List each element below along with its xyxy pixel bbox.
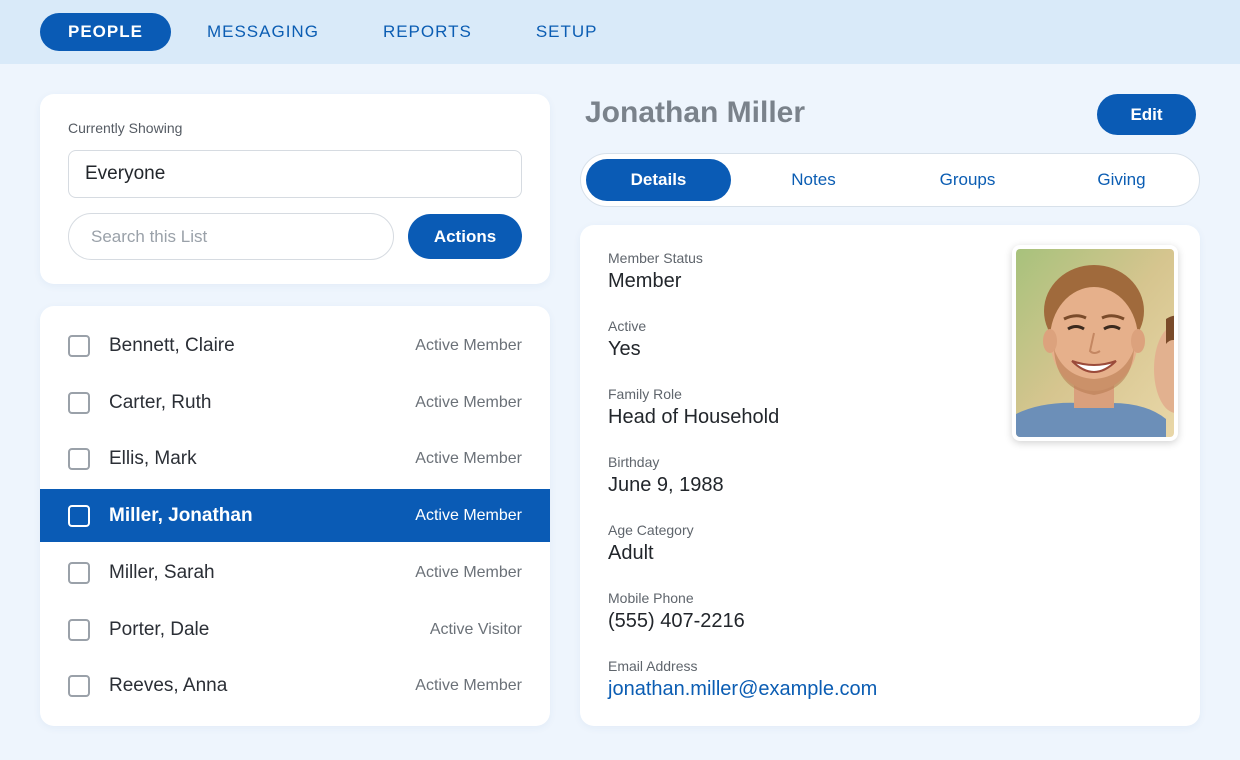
- field-email-address: Email Address jonathan.miller@example.co…: [608, 658, 877, 701]
- filter-panel: Currently Showing Everyone Actions: [40, 94, 550, 284]
- field-birthday: Birthday June 9, 1988: [608, 454, 724, 497]
- nav-tab-messaging[interactable]: MESSAGING: [179, 13, 347, 51]
- people-list: Bennett, Claire Active Member Carter, Ru…: [40, 306, 550, 726]
- currently-showing-label: Currently Showing: [68, 120, 183, 136]
- field-label: Birthday: [608, 454, 660, 470]
- field-age-category: Age Category Adult: [608, 522, 694, 565]
- profile-photo-image: [1016, 249, 1174, 437]
- field-label: Mobile Phone: [608, 590, 694, 606]
- field-label: Active: [608, 318, 647, 334]
- person-name: Miller, Sarah: [109, 561, 215, 583]
- field-value: Yes: [608, 338, 641, 360]
- list-item[interactable]: Miller, Sarah Active Member: [40, 546, 550, 599]
- tab-groups[interactable]: Groups: [895, 159, 1040, 201]
- list-item[interactable]: Reeves, Anna Active Member: [40, 659, 550, 712]
- field-value: (555) 407-2216: [608, 610, 745, 632]
- field-mobile-phone: Mobile Phone (555) 407-2216: [608, 590, 745, 633]
- tab-giving[interactable]: Giving: [1049, 159, 1194, 201]
- top-nav: PEOPLE MESSAGING REPORTS SETUP: [0, 0, 1240, 64]
- details-panel: Member Status Member Active Yes Family R…: [580, 225, 1200, 726]
- person-status: Active Visitor: [429, 620, 522, 638]
- field-value: Head of Household: [608, 406, 780, 428]
- person-name: Porter, Dale: [109, 618, 210, 640]
- field-member-status: Member Status Member: [608, 250, 703, 293]
- field-label: Age Category: [608, 522, 694, 538]
- person-name: Reeves, Anna: [109, 674, 228, 696]
- field-value: Adult: [608, 542, 654, 564]
- field-label: Family Role: [608, 386, 682, 402]
- tab-details[interactable]: Details: [586, 159, 731, 201]
- email-link[interactable]: jonathan.miller@example.com: [608, 678, 877, 701]
- tab-notes[interactable]: Notes: [741, 159, 886, 201]
- person-status: Active Member: [415, 393, 522, 411]
- list-item[interactable]: Ellis, Mark Active Member: [40, 432, 550, 485]
- person-status: Active Member: [415, 506, 522, 524]
- list-filter-select[interactable]: Everyone: [68, 150, 522, 198]
- person-status: Active Member: [415, 676, 522, 694]
- search-list-input[interactable]: [68, 213, 394, 260]
- row-checkbox[interactable]: [68, 561, 90, 584]
- field-value: June 9, 1988: [608, 474, 724, 496]
- list-item[interactable]: Porter, Dale Active Visitor: [40, 603, 550, 656]
- actions-button[interactable]: Actions: [408, 214, 522, 259]
- field-active: Active Yes: [608, 318, 646, 361]
- list-item[interactable]: Carter, Ruth Active Member: [40, 376, 550, 429]
- person-name: Carter, Ruth: [109, 391, 212, 413]
- page-title: Jonathan Miller: [585, 96, 806, 129]
- field-value: Member: [608, 270, 682, 292]
- person-status: Active Member: [415, 563, 522, 581]
- nav-tab-reports[interactable]: REPORTS: [355, 13, 500, 51]
- row-checkbox[interactable]: [68, 391, 90, 414]
- person-name: Ellis, Mark: [109, 447, 197, 469]
- person-name: Miller, Jonathan: [109, 504, 253, 526]
- nav-tab-people[interactable]: PEOPLE: [40, 13, 171, 51]
- list-item[interactable]: Bennett, Claire Active Member: [40, 319, 550, 372]
- row-checkbox[interactable]: [68, 504, 90, 527]
- person-status: Active Member: [415, 449, 522, 467]
- edit-button[interactable]: Edit: [1097, 94, 1196, 135]
- field-label: Email Address: [608, 658, 698, 674]
- person-name: Bennett, Claire: [109, 334, 235, 356]
- row-checkbox[interactable]: [68, 447, 90, 470]
- list-item-selected[interactable]: Miller, Jonathan Active Member: [40, 489, 550, 542]
- nav-tab-setup[interactable]: SETUP: [508, 13, 626, 51]
- row-checkbox[interactable]: [68, 618, 90, 641]
- profile-photo: [1012, 245, 1178, 441]
- row-checkbox[interactable]: [68, 334, 90, 357]
- person-tabs: Details Notes Groups Giving: [580, 153, 1200, 207]
- person-status: Active Member: [415, 336, 522, 354]
- field-family-role: Family Role Head of Household: [608, 386, 779, 429]
- field-label: Member Status: [608, 250, 703, 266]
- row-checkbox[interactable]: [68, 674, 90, 697]
